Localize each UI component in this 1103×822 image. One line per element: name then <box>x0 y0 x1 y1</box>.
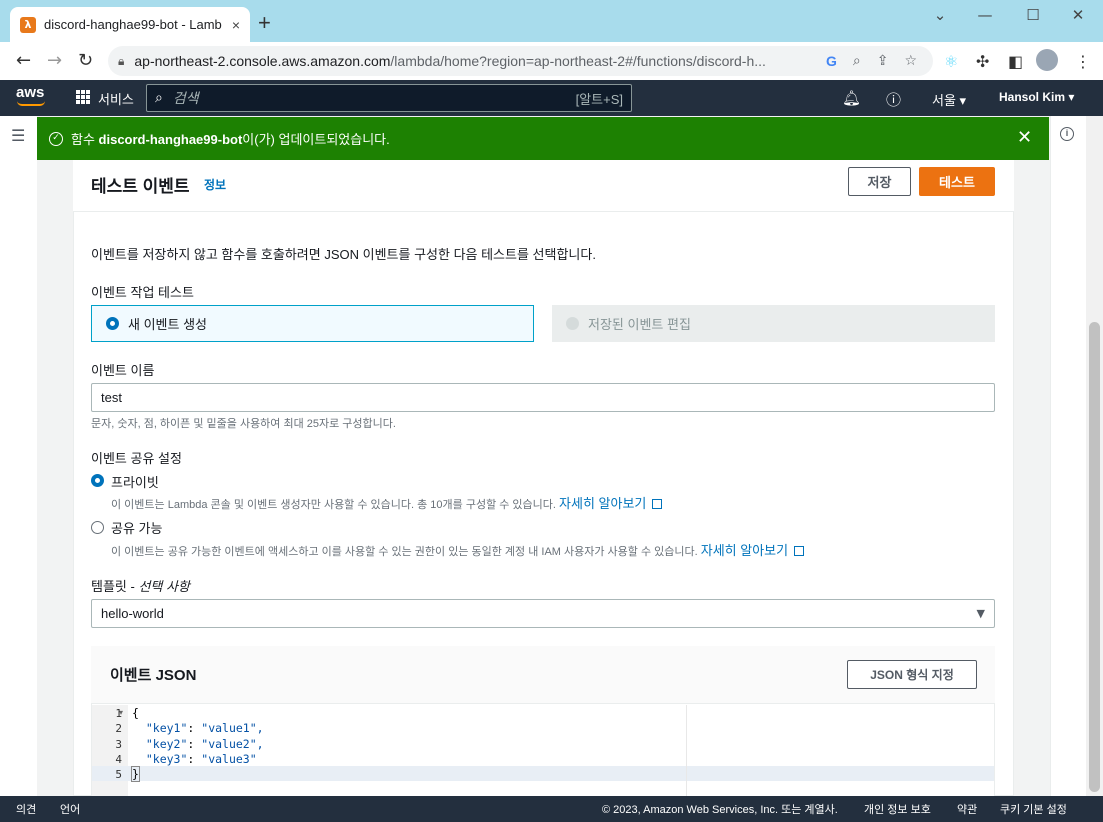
external-link-icon <box>794 546 805 556</box>
maximize-window-icon[interactable]: ☐ <box>1018 6 1048 26</box>
lambda-favicon-icon: λ <box>20 16 36 33</box>
event-name-input[interactable] <box>91 383 995 412</box>
privacy-link[interactable]: 개인 정보 보호 <box>864 801 931 817</box>
format-json-button[interactable]: JSON 형식 지정 <box>847 660 977 689</box>
panel-title: 테스트 이벤트 <box>91 177 190 196</box>
success-flashbar: ✓ 함수 discord-hanghae99-bot이(가) 업데이트되었습니다… <box>37 117 1049 160</box>
notifications-bell-icon[interactable]: 🔔︎ <box>842 89 861 107</box>
shareable-description: 이 이벤트는 공유 가능한 이벤트에 액세스하고 이를 사용할 수 있는 권한이… <box>111 540 805 559</box>
save-button[interactable]: 저장 <box>848 167 911 196</box>
code-line: "key2": "value2", <box>145 737 264 751</box>
line-number: 5 <box>115 768 122 781</box>
radio-shareable[interactable] <box>91 521 104 534</box>
line-number: 1 <box>115 707 122 720</box>
test-button[interactable]: 테스트 <box>919 167 995 196</box>
react-devtools-icon[interactable]: ⚛ <box>944 52 958 71</box>
private-description: 이 이벤트는 Lambda 콘솔 및 이벤트 생성자만 사용할 수 있습니다. … <box>111 493 663 512</box>
google-icon[interactable]: G <box>826 53 837 69</box>
minimize-window-icon[interactable]: — <box>970 6 1000 26</box>
more-menu-icon[interactable]: ⋮ <box>1075 52 1091 71</box>
forward-arrow-icon[interactable]: → <box>47 50 62 71</box>
aws-search-input[interactable]: ⌕ 검색 [알트+S] <box>146 84 632 112</box>
code-line: { <box>132 706 139 720</box>
dismiss-flash-icon[interactable]: ✕ <box>1017 127 1032 148</box>
services-menu[interactable]: 서비스 <box>98 89 134 108</box>
panel-description: 이벤트를 저장하지 않고 함수를 호출하려면 JSON 이벤트를 구성한 다음 … <box>91 247 596 262</box>
extensions-puzzle-icon[interactable]: ✣ <box>976 52 989 71</box>
close-window-icon[interactable]: ✕ <box>1063 6 1093 26</box>
action-label: 이벤트 작업 테스트 <box>91 285 194 300</box>
event-json-title: 이벤트 JSON <box>110 667 197 684</box>
sharing-label: 이벤트 공유 설정 <box>91 451 182 466</box>
tab-close-icon[interactable]: × <box>232 17 240 33</box>
code-line: "key3": "value3" <box>145 752 257 766</box>
reload-icon[interactable]: ↻ <box>78 50 93 71</box>
tile-edit-saved-event[interactable]: 저장된 이벤트 편집 <box>552 305 995 342</box>
share-icon[interactable]: ⇪ <box>877 53 889 69</box>
search-placeholder: 검색 <box>172 90 199 106</box>
radio-edit-saved-event[interactable] <box>566 317 579 330</box>
line-number: 3 <box>115 738 122 751</box>
code-line: "key1": "value1", <box>145 721 264 735</box>
aws-logo[interactable]: aws <box>16 84 44 101</box>
minimize-icon[interactable]: ⌄ <box>925 6 955 26</box>
private-label[interactable]: 프라이빗 <box>111 472 159 491</box>
tile-edit-saved-label: 저장된 이벤트 편집 <box>588 317 691 332</box>
terms-link[interactable]: 약관 <box>957 801 977 817</box>
right-rail <box>1050 116 1086 796</box>
search-icon: ⌕ <box>155 90 163 106</box>
side-panel-icon[interactable]: ◧ <box>1008 52 1023 71</box>
caret-down-icon: ▼ <box>976 607 985 620</box>
shareable-label[interactable]: 공유 가능 <box>111 518 162 537</box>
help-icon[interactable]: ⓘ <box>886 89 901 110</box>
template-value: hello-world <box>101 606 164 621</box>
success-check-icon: ✓ <box>49 131 63 146</box>
search-shortcut: [알트+S] <box>575 91 623 107</box>
address-bar[interactable]: 🔒︎ ap-northeast-2.console.aws.amazon.com… <box>108 46 933 76</box>
editor-print-margin <box>686 705 687 796</box>
tile-new-event-label: 새 이벤트 생성 <box>128 317 207 332</box>
code-line: } <box>131 766 140 782</box>
user-menu[interactable]: Hansol Kim ▾ <box>999 90 1074 104</box>
new-tab-icon[interactable]: + <box>258 12 271 34</box>
line-number: 2 <box>115 722 122 735</box>
learn-more-link-private[interactable]: 자세히 알아보기 <box>559 496 646 511</box>
line-number: 4 <box>115 753 122 766</box>
learn-more-link-shareable[interactable]: 자세히 알아보기 <box>701 543 788 558</box>
feedback-link[interactable]: 의견 <box>16 801 36 817</box>
lock-icon: 🔒︎ <box>118 53 125 68</box>
active-line-highlight <box>92 766 994 781</box>
language-link[interactable]: 언어 <box>60 801 80 817</box>
profile-avatar[interactable] <box>1036 49 1058 71</box>
event-name-hint: 문자, 숫자, 점, 하이픈 및 밑줄을 사용하여 최대 25자로 구성합니다. <box>91 418 396 430</box>
event-name-label: 이벤트 이름 <box>91 363 155 378</box>
template-select[interactable]: hello-world ▼ <box>91 599 995 628</box>
scrollbar-thumb[interactable] <box>1089 322 1100 792</box>
back-arrow-icon[interactable]: ← <box>16 50 31 71</box>
left-rail <box>0 116 37 796</box>
aws-smile-logo <box>17 101 45 106</box>
flash-message: 함수 discord-hanghae99-bot이(가) 업데이트되었습니다. <box>71 132 390 147</box>
tile-new-event[interactable]: 새 이벤트 생성 <box>91 305 534 342</box>
tab-title: discord-hanghae99-bot - Lamb <box>44 17 222 32</box>
browser-tab[interactable]: λ discord-hanghae99-bot - Lamb × <box>10 7 250 42</box>
hamburger-menu-icon[interactable]: ☰ <box>11 126 25 145</box>
cookie-preferences-link[interactable]: 쿠키 기본 설정 <box>1000 801 1067 817</box>
copyright-text: © 2023, Amazon Web Services, Inc. 또는 계열사… <box>602 804 838 816</box>
bookmark-star-icon[interactable]: ☆ <box>904 53 917 69</box>
info-link[interactable]: 정보 <box>204 176 226 193</box>
services-grid-icon[interactable] <box>76 90 90 104</box>
zoom-icon[interactable]: ⌕ <box>853 53 861 69</box>
template-label: 템플릿 - 선택 사항 <box>91 579 190 594</box>
region-selector[interactable]: 서울 ▾ <box>932 90 966 109</box>
aws-footer <box>0 796 1103 822</box>
external-link-icon <box>652 499 663 509</box>
url-text: ap-northeast-2.console.aws.amazon.com/la… <box>134 53 766 69</box>
info-panel-icon[interactable]: i <box>1060 127 1074 141</box>
radio-new-event[interactable] <box>106 317 119 330</box>
radio-private[interactable] <box>91 474 113 487</box>
